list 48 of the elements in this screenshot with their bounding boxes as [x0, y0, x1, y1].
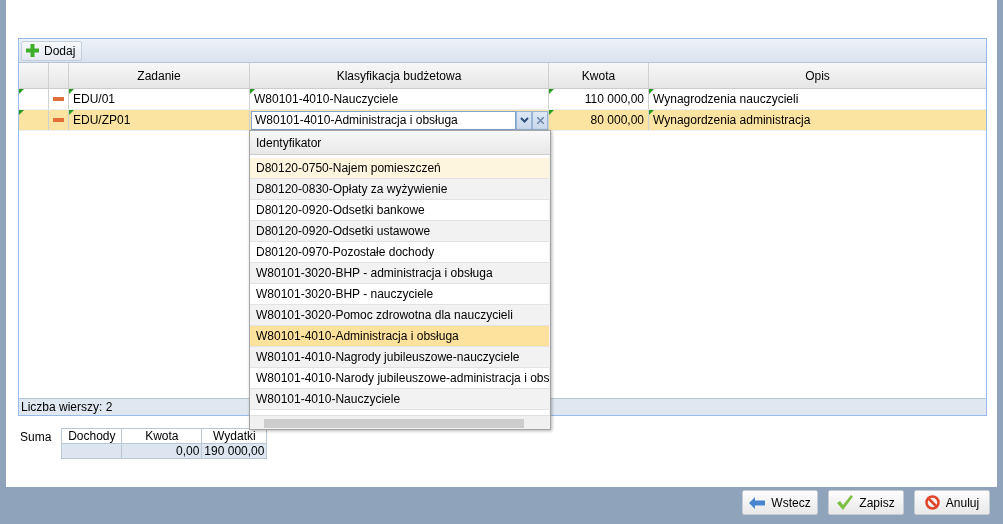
- table-cell-text: W80101-4010-Nauczyciele: [254, 91, 399, 108]
- add-button[interactable]: Dodaj: [21, 40, 83, 61]
- check-icon: [837, 495, 854, 510]
- horizontal-scrollbar[interactable]: [250, 415, 550, 429]
- list-item[interactable]: D80120-0750-Najem pomieszczeń: [250, 158, 550, 179]
- list-header: Identyfikator: [250, 131, 550, 155]
- list-item[interactable]: D80120-0920-Odsetki ustawowe: [250, 221, 550, 242]
- combo-field[interactable]: W80101-4010-Administracja i obsługa: [251, 110, 516, 130]
- dirty-marker-icon: [69, 89, 74, 94]
- dirty-marker-icon: [69, 110, 74, 115]
- column-header[interactable]: Kwota: [549, 63, 649, 88]
- list-item[interactable]: D80120-0830-Opłaty za wyżywienie: [250, 179, 550, 200]
- chevron-down-icon: [519, 117, 529, 123]
- no-entry-icon: [924, 495, 940, 510]
- table-cell-text: Wynagrodzenia nauczycieli: [653, 91, 799, 108]
- remove-icon[interactable]: [53, 118, 64, 122]
- back-button[interactable]: Wstecz: [742, 490, 818, 515]
- dropdown-button[interactable]: [516, 110, 532, 130]
- table-cell-text: 80 000,00: [590, 112, 644, 129]
- column-header[interactable]: Opis: [649, 63, 986, 88]
- cancel-button[interactable]: Anuluj: [914, 490, 990, 515]
- column-header: Kwota: [121, 428, 202, 444]
- table-cell-text: Wynagordzenia administracja: [653, 112, 811, 129]
- save-button[interactable]: Zapisz: [828, 490, 904, 515]
- close-icon: [536, 116, 544, 124]
- list-item[interactable]: W80101-3020-BHP - administracja i obsługa: [250, 263, 550, 284]
- dirty-marker-icon: [549, 110, 554, 115]
- table-cell-text: EDU/01: [73, 91, 116, 108]
- clear-button[interactable]: [532, 110, 548, 130]
- list-item[interactable]: W80101-4010-Administracja i obsługa: [250, 326, 550, 347]
- dirty-marker-icon: [19, 110, 24, 115]
- dirty-marker-icon: [250, 89, 255, 94]
- table-cell-text: 110 000,00: [584, 91, 644, 108]
- remove-icon[interactable]: [53, 97, 64, 101]
- column-header[interactable]: Zadanie: [69, 63, 250, 88]
- dirty-marker-icon: [649, 89, 654, 94]
- left-arrow-icon: [749, 496, 766, 509]
- table-cell-text: EDU/ZP01: [73, 112, 131, 129]
- column-header[interactable]: Klasyfikacja budżetowa: [250, 63, 549, 88]
- dirty-marker-icon: [549, 89, 554, 94]
- plus-icon: [26, 44, 39, 57]
- list-item[interactable]: W80101-3020-Pomoc zdrowotna dla nauczycieli: [250, 305, 550, 326]
- list-item[interactable]: W80101-4010-Nagrody jubileuszowe-nauczyciele: [250, 347, 550, 368]
- list-item[interactable]: W80101-4010-Nauczyciele: [250, 389, 550, 410]
- sum-label: Suma: [20, 429, 52, 446]
- dirty-marker-icon: [19, 89, 24, 94]
- dirty-marker-icon: [649, 110, 654, 115]
- column-header: Dochody: [61, 428, 122, 444]
